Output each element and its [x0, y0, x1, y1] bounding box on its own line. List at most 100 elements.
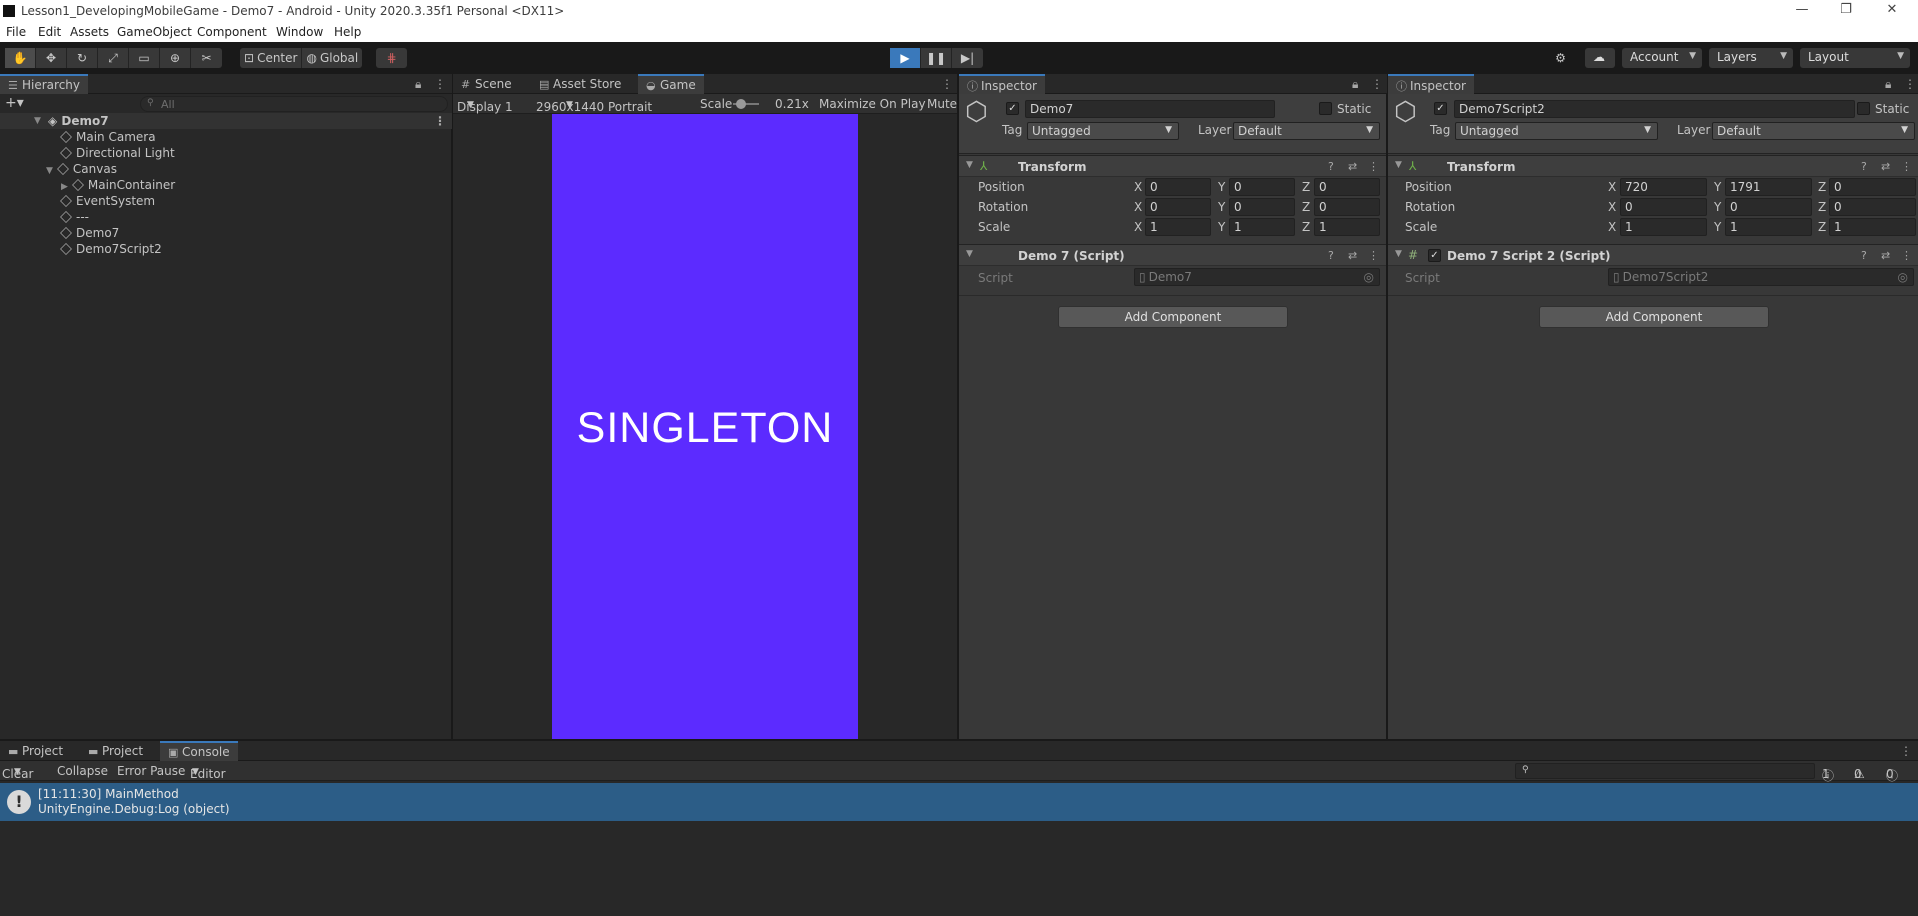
tab-project-1[interactable]: ▬ Project: [0, 741, 71, 761]
hierarchy-scene-row[interactable]: ▼ ◈ Demo7 ⋮: [0, 113, 452, 129]
rotation-y-field[interactable]: 0: [1725, 198, 1812, 216]
expand-arrow-icon[interactable]: ▼: [1395, 160, 1402, 170]
console-search-input[interactable]: ⚲: [1515, 763, 1815, 779]
help-icon[interactable]: ?: [1861, 249, 1867, 262]
tab-asset-store[interactable]: ▤ Asset Store: [531, 74, 629, 94]
hierarchy-item[interactable]: Directional Light: [0, 145, 452, 161]
move-tool-icon[interactable]: ✥: [36, 48, 67, 68]
hierarchy-item[interactable]: Main Camera: [0, 129, 452, 145]
scale-y-field[interactable]: 1: [1725, 218, 1812, 236]
error-pause-toggle[interactable]: Error Pause: [117, 764, 185, 778]
transform-header[interactable]: ▼ ⅄ Transform ? ⇄ ⋮: [1388, 155, 1918, 177]
object-picker-icon[interactable]: ◎: [1364, 270, 1374, 284]
gameobject-cube-icon[interactable]: ⬡: [1394, 97, 1417, 127]
hierarchy-item[interactable]: EventSystem: [0, 193, 452, 209]
step-button[interactable]: ▶|: [952, 48, 983, 68]
scale-y-field[interactable]: 1: [1229, 218, 1295, 236]
account-dropdown[interactable]: Account ▼: [1622, 48, 1702, 68]
play-button[interactable]: ▶: [890, 48, 921, 68]
expand-arrow-icon[interactable]: ▼: [966, 249, 973, 259]
pivot-global-button[interactable]: ◍ Global: [302, 48, 362, 68]
close-button[interactable]: ✕: [1870, 2, 1914, 20]
help-icon[interactable]: ?: [1328, 249, 1334, 262]
menu-assets[interactable]: Assets: [70, 25, 109, 39]
rect-tool-icon[interactable]: ▭: [129, 48, 160, 68]
hierarchy-search-input[interactable]: ⚲ All: [140, 96, 448, 112]
layer-dropdown[interactable]: Default ▼: [1712, 122, 1915, 140]
active-checkbox[interactable]: ✓: [1434, 102, 1447, 115]
panel-menu-icon[interactable]: ⋮: [1904, 77, 1916, 91]
lock-icon[interactable]: 🔒︎: [1352, 77, 1358, 92]
scale-x-field[interactable]: 1: [1620, 218, 1707, 236]
rotation-z-field[interactable]: 0: [1829, 198, 1916, 216]
tab-project-2[interactable]: ▬ Project: [80, 741, 151, 761]
scale-z-field[interactable]: 1: [1314, 218, 1380, 236]
position-y-field[interactable]: 1791: [1725, 178, 1812, 196]
component-menu-icon[interactable]: ⋮: [1368, 160, 1379, 173]
script-component-header[interactable]: ▼ Demo 7 (Script) ? ⇄ ⋮: [959, 244, 1386, 266]
minimize-button[interactable]: —: [1780, 2, 1824, 20]
preset-icon[interactable]: ⇄: [1348, 249, 1357, 262]
create-plus-icon[interactable]: +▾: [5, 95, 24, 111]
add-component-button[interactable]: Add Component: [1539, 306, 1769, 328]
panel-menu-icon[interactable]: ⋮: [941, 77, 953, 91]
gameobject-name-field[interactable]: Demo7: [1025, 100, 1275, 118]
script-enabled-checkbox[interactable]: ✓: [1428, 249, 1441, 262]
tag-dropdown[interactable]: Untagged ▼: [1455, 122, 1658, 140]
grid-snap-icon[interactable]: ⋕: [376, 48, 407, 68]
collapse-toggle[interactable]: Collapse: [57, 764, 108, 778]
tab-hierarchy[interactable]: ☰ Hierarchy: [0, 74, 89, 94]
transform-tool-icon[interactable]: ⊕: [160, 48, 191, 68]
tab-scene[interactable]: # Scene: [453, 74, 520, 94]
game-viewport[interactable]: SINGLETON: [453, 114, 957, 739]
preset-icon[interactable]: ⇄: [1881, 160, 1890, 173]
panel-menu-icon[interactable]: ⋮: [434, 77, 446, 91]
layout-dropdown[interactable]: Layout ▼: [1800, 48, 1910, 68]
preset-icon[interactable]: ⇄: [1881, 249, 1890, 262]
restore-button[interactable]: ❐: [1824, 2, 1868, 20]
scale-slider-thumb[interactable]: [736, 99, 746, 109]
tab-console[interactable]: ▣ Console: [160, 741, 238, 761]
hand-tool-icon[interactable]: ✋: [5, 48, 36, 68]
tag-dropdown[interactable]: Untagged ▼: [1027, 122, 1179, 140]
scale-z-field[interactable]: 1: [1829, 218, 1916, 236]
mute-audio-toggle[interactable]: Mute: [927, 97, 957, 111]
script-object-field[interactable]: ▯ Demo7Script2 ◎: [1608, 268, 1914, 286]
scene-menu-icon[interactable]: ⋮: [434, 113, 446, 129]
preset-icon[interactable]: ⇄: [1348, 160, 1357, 173]
hierarchy-item[interactable]: ▼ Canvas: [0, 161, 452, 177]
rotation-x-field[interactable]: 0: [1620, 198, 1707, 216]
pause-button[interactable]: ❚❚: [921, 48, 952, 68]
expand-arrow-icon[interactable]: ▼: [34, 113, 41, 129]
scale-tool-icon[interactable]: ⤢: [98, 48, 129, 68]
menu-component[interactable]: Component: [197, 25, 267, 39]
pivot-center-button[interactable]: ⊡ Center: [240, 48, 303, 68]
help-icon[interactable]: ?: [1328, 160, 1334, 173]
gameobject-cube-icon[interactable]: ⬡: [965, 97, 988, 127]
expand-arrow-icon[interactable]: ▼: [1395, 249, 1402, 259]
script-object-field[interactable]: ▯ Demo7 ◎: [1134, 268, 1380, 286]
hierarchy-item[interactable]: Demo7: [0, 225, 452, 241]
layers-dropdown[interactable]: Layers ▼: [1709, 48, 1793, 68]
rotate-tool-icon[interactable]: ↻: [67, 48, 98, 68]
position-x-field[interactable]: 0: [1145, 178, 1211, 196]
transform-header[interactable]: ▼ ⅄ Transform ? ⇄ ⋮: [959, 155, 1386, 177]
collapsed-arrow-icon[interactable]: ▶: [61, 182, 68, 192]
log-entry[interactable]: ! [11:11:30] MainMethod UnityEngine.Debu…: [0, 783, 1918, 821]
position-y-field[interactable]: 0: [1229, 178, 1295, 196]
gameobject-name-field[interactable]: Demo7Script2: [1454, 100, 1855, 118]
panel-menu-icon[interactable]: ⋮: [1371, 77, 1383, 91]
static-checkbox[interactable]: [1857, 102, 1870, 115]
rotation-y-field[interactable]: 0: [1229, 198, 1295, 216]
cloud-button[interactable]: ☁: [1585, 48, 1615, 68]
add-component-button[interactable]: Add Component: [1058, 306, 1288, 328]
static-checkbox[interactable]: [1319, 102, 1332, 115]
menu-window[interactable]: Window: [276, 25, 323, 39]
menu-help[interactable]: Help: [334, 25, 361, 39]
component-menu-icon[interactable]: ⋮: [1901, 249, 1912, 262]
script-component-header[interactable]: ▼ # ✓ Demo 7 Script 2 (Script) ? ⇄ ⋮: [1388, 244, 1918, 266]
hierarchy-item[interactable]: ---: [0, 209, 452, 225]
menu-gameobject[interactable]: GameObject: [117, 25, 192, 39]
maximize-on-play-toggle[interactable]: Maximize On Play: [819, 97, 926, 111]
layer-dropdown[interactable]: Default ▼: [1233, 122, 1380, 140]
